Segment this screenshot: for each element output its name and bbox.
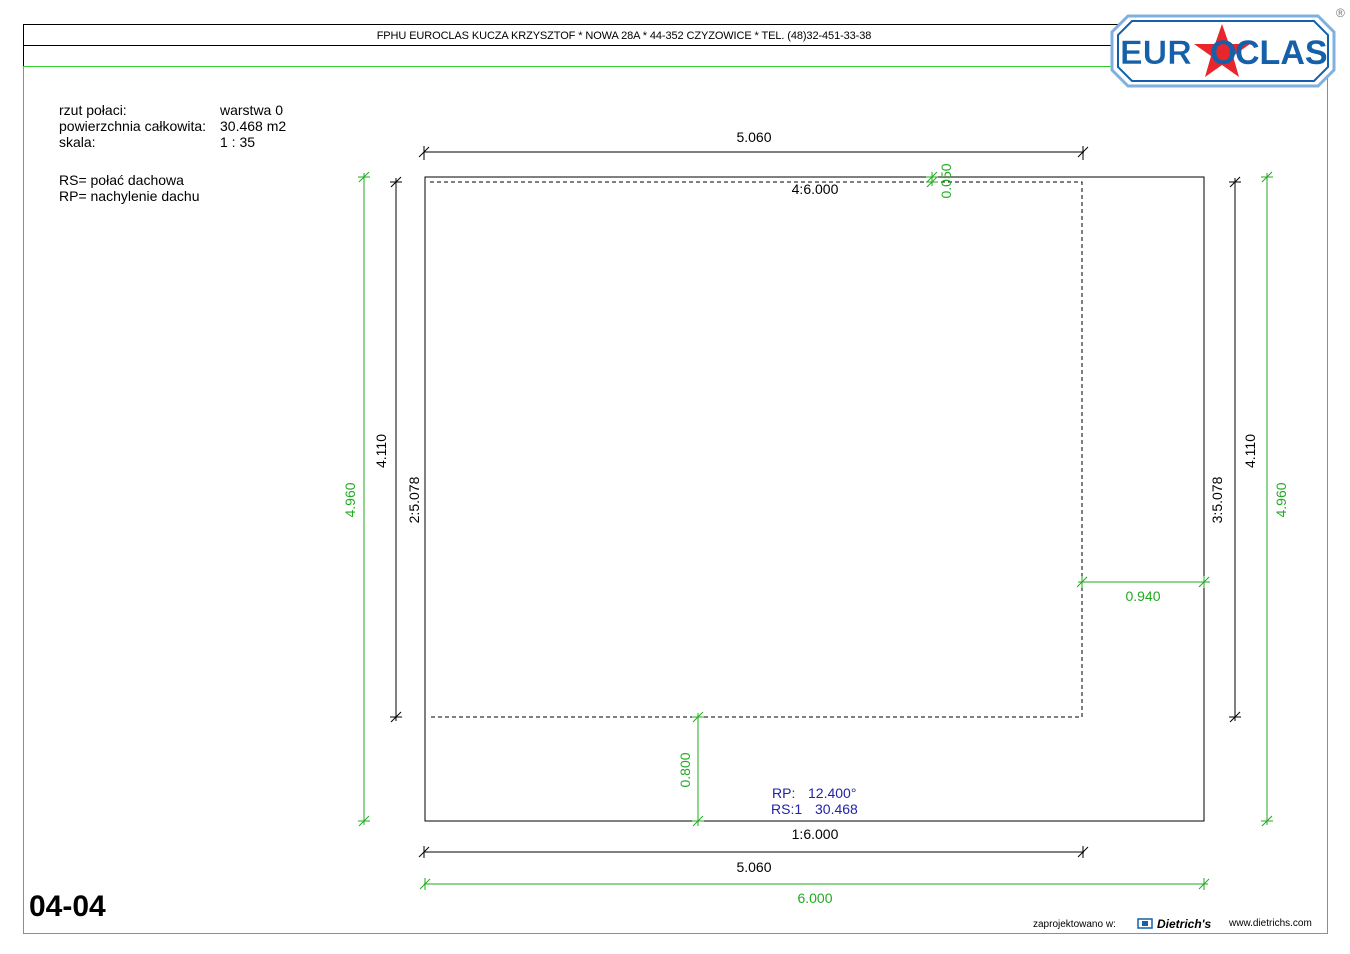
roof-outline <box>424 176 1205 822</box>
dim-right-offset <box>1076 575 1210 589</box>
roof-drawing: 5.060 4:6.000 0.050 4.960 4.110 2:5.078 … <box>342 129 1289 929</box>
dim-bottom-total-label: 6.000 <box>797 890 832 906</box>
dim-left-outer <box>357 171 371 827</box>
edge-left-label: 2:5.078 <box>406 476 422 523</box>
footer-brand: Dietrich's <box>1157 917 1212 931</box>
dim-right-offset-label: 0.940 <box>1125 588 1160 604</box>
rp-value: 12.400° <box>808 785 856 801</box>
dietrichs-logo-icon <box>1137 918 1153 929</box>
dim-bottom-offset-label: 0.800 <box>677 752 693 787</box>
dim-bottom-total <box>419 877 1210 891</box>
dim-top <box>418 145 1089 160</box>
footer-url[interactable]: www.dietrichs.com <box>1229 918 1312 929</box>
dim-top-offset-label: 0.050 <box>938 163 954 198</box>
footer-designed-in: zaprojektowano w: <box>1033 919 1116 930</box>
rs-value: 30.468 <box>815 801 858 817</box>
dim-right-outer <box>1260 171 1274 827</box>
roof-inner-dashed <box>430 181 1083 718</box>
dim-bottom-offset <box>691 711 705 827</box>
dim-bottom-label: 5.060 <box>736 859 771 875</box>
edge-bottom-label: 1:6.000 <box>792 826 839 842</box>
edge-top-label: 4:6.000 <box>792 181 839 197</box>
dim-left-inner <box>389 176 403 723</box>
dim-left-inner-label: 4.110 <box>373 434 389 468</box>
dim-bottom <box>418 845 1089 859</box>
roof-plan-sheet: FPHU EUROCLAS KUCZA KRZYSZTOF * NOWA 28A… <box>0 0 1350 954</box>
rp-label: RP: <box>772 785 795 801</box>
dim-right-outer-label: 4.960 <box>1273 482 1289 517</box>
dim-top-label: 5.060 <box>736 129 771 145</box>
sheet-number: 04-04 <box>29 890 106 923</box>
rs-label: RS:1 <box>771 801 802 817</box>
dim-left-outer-label: 4.960 <box>342 482 358 517</box>
dim-top-offset <box>925 171 939 188</box>
edge-right-label: 3:5.078 <box>1209 476 1225 523</box>
dim-right-inner <box>1228 176 1242 723</box>
dim-right-inner-label: 4.110 <box>1242 434 1258 468</box>
